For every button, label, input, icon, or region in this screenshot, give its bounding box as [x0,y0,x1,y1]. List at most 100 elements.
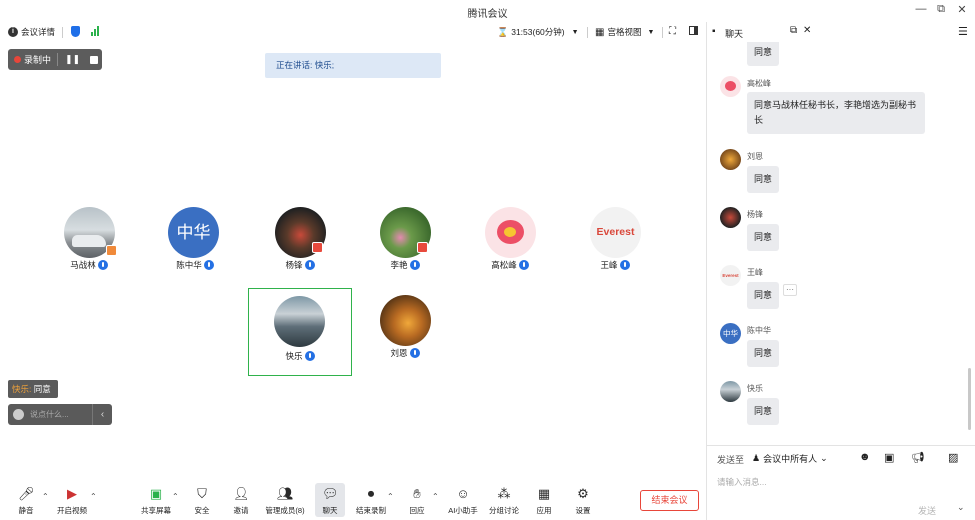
quick-chat-input[interactable]: 说点什么... ‹ [8,404,112,425]
message-sender: 王峰 [747,268,763,277]
avatar: Everest [720,265,741,286]
message-sender: 高松峰 [747,79,771,88]
window-title: 腾讯会议 [467,9,508,20]
chevron-up-icon[interactable]: ⌃ [387,492,394,501]
share-screen-button[interactable]: ▣ 共享屏幕 [136,486,176,516]
image-icon[interactable]: ▨ [948,451,958,464]
video-button[interactable]: ▶︎ 开启视频 [52,486,92,516]
chevron-up-icon[interactable]: ⌃ [172,492,179,501]
participant-tile[interactable]: 刘恩 [353,290,457,378]
cam-off-icon [312,242,323,253]
shield-icon: ⛉ [197,486,207,501]
chevron-up-icon[interactable]: ⌃ [90,492,97,501]
stop-recording-button[interactable]: ⏺︎ 结束录制 [351,486,391,516]
avatar [720,76,741,97]
mic-icon [619,260,630,270]
message-bubble: 同意 [747,224,779,251]
message-list: 同意 高松峰 同意马战林任秘书长，李艳增选为副秘书长 刘恩 同意 杨锋 同意 E… [707,42,967,462]
chat-bubble-icon: 💬︎ [322,486,339,501]
invite-user-icon: 👤︎ [233,486,250,501]
react-button[interactable]: ✋︎ 回应 [397,486,437,516]
avatar [380,295,431,346]
view-mode-button[interactable]: ▦ 宫格视图 ▼ [595,26,654,38]
participant-tile[interactable]: 马战林 [37,202,141,290]
security-button[interactable]: ⛉ 安全 [182,486,222,516]
message-sender: 陈中华 [747,326,771,335]
end-meeting-button[interactable]: 结束会议 [640,490,699,511]
message-bubble: 同意 [747,398,779,425]
mic-icon [304,260,315,270]
timer-label: 31:53(60分钟) [511,27,565,37]
menu-icon[interactable]: ☰ [958,25,968,38]
more-icon[interactable]: ··· [783,284,797,296]
settings-button[interactable]: ⚙︎ 设置 [563,486,603,516]
message-sender: 刘恩 [747,152,763,161]
send-button[interactable]: 发送 [918,504,936,517]
microphone-icon: 🎤︎ [18,486,35,501]
manage-members-button[interactable]: 👥︎ 管理成员(8) [263,486,307,516]
participant-tile[interactable]: 中华 陈中华 [143,202,247,290]
chat-button[interactable]: 💬︎ 聊天 [315,483,345,517]
chevron-up-icon[interactable]: ⌃ [432,492,439,501]
scrollbar[interactable] [968,368,971,430]
divider [62,27,63,38]
chat-popup[interactable]: 快乐: 同意 [8,380,58,398]
divider [587,27,588,38]
message-bubble: 同意 [747,340,779,367]
close-chat-icon[interactable]: ✕ [803,25,811,36]
participant-tile[interactable]: Everest 王峰 [563,202,667,290]
security-status[interactable] [71,26,80,37]
avatar [720,149,741,170]
network-status[interactable] [91,26,99,36]
chat-popup-text: 同意 [33,384,51,394]
participant-name: 李艳 [353,259,457,271]
chat-panel: ▪ 聊天 ⧉ ✕ ☰ 同意 高松峰 同意马战林任秘书长，李艳增选为副秘书长 刘恩… [706,22,975,520]
speaking-banner: 正在讲话: 快乐; [265,53,441,78]
restore-button[interactable]: ⧉ [933,3,949,16]
stop-record-button[interactable] [90,55,99,64]
record-stop-icon: ⏺︎ [367,486,375,501]
mic-icon [518,260,529,270]
emoji-icon[interactable]: ☻ [859,451,871,463]
file-icon[interactable]: ▣ [884,451,894,464]
chevron-up-icon[interactable]: ⌃ [42,492,49,501]
recording-indicator: 录制中 ❚❚ [8,49,102,70]
divider [662,27,663,38]
participant-tile[interactable]: 杨锋 [248,202,352,290]
layout-button[interactable] [689,26,698,35]
pause-record-button[interactable]: ❚❚ [65,54,80,65]
divider [57,53,59,66]
send-to-select[interactable]: ♟︎ 会议中所有人 ⌄ [752,452,828,465]
avatar [720,207,741,228]
chevron-down-icon: ▼ [571,28,579,36]
ai-assistant-button[interactable]: ☺︎ AI小助手 [443,486,483,516]
send-to-target: 会议中所有人 [763,454,818,464]
minimize-button[interactable]: — [913,3,929,15]
participant-tile-active[interactable]: 快乐 [248,288,352,376]
meeting-info-button[interactable]: i 会议详情 [8,26,55,38]
participant-tile[interactable]: 高松峰 [458,202,562,290]
emoji-icon[interactable] [13,409,24,420]
shield-icon [71,26,80,37]
participant-tile[interactable]: 李艳 [353,202,457,290]
avatar [720,381,741,402]
message-bubble: 同意 [747,166,779,193]
avatar: 中华 [168,207,219,258]
apps-button[interactable]: ▦ 应用 [524,486,564,516]
participant-name: 杨锋 [248,259,352,271]
message-bubble: 同意 [747,282,779,309]
announce-icon[interactable]: 📢︎ [911,451,925,464]
record-dot-icon [14,56,21,63]
breakout-rooms-button[interactable]: ⁂ 分组讨论 [484,486,524,516]
close-button[interactable]: ✕ [954,3,970,16]
mute-button[interactable]: 🎤︎ 静音 [6,486,46,516]
chevron-down-icon[interactable]: ⌄ [957,502,965,513]
invite-button[interactable]: 👤︎ 邀请 [221,486,261,516]
chevron-left-icon[interactable]: ‹ [92,404,112,425]
fullscreen-icon: ⛶ [669,26,676,37]
popout-icon[interactable]: ⧉ [790,25,797,36]
timer[interactable]: ⌛ 31:53(60分钟) ▼ [497,26,579,38]
user-icon: ♟︎ [752,453,761,463]
message-input[interactable]: 请输入消息... [717,476,767,488]
fullscreen-button[interactable]: ⛶ [669,26,676,37]
